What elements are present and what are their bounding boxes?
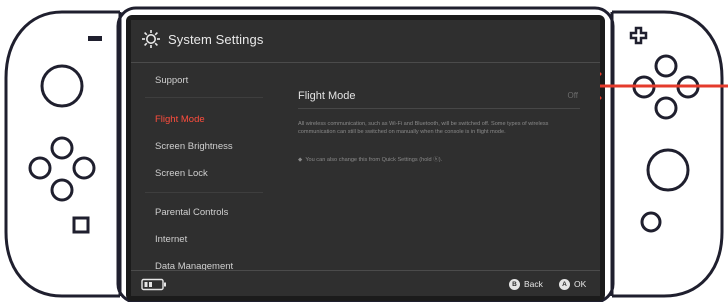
- back-label: Back: [524, 279, 543, 289]
- ok-button[interactable]: A OK: [559, 278, 586, 290]
- page-title: System Settings: [168, 32, 264, 47]
- screen: System Settings Support Flight Mode Scre…: [131, 20, 600, 296]
- sidebar-divider: [145, 192, 263, 193]
- footer: B Back A OK: [131, 270, 600, 296]
- settings-panel: Flight Mode Off All wireless communicati…: [276, 63, 600, 270]
- setting-value: Off: [567, 91, 578, 100]
- setting-note: ◆ You can also change this from Quick Set…: [298, 156, 578, 164]
- right-joycon: [610, 10, 724, 298]
- sidebar-item-support[interactable]: Support: [155, 75, 188, 86]
- b-button-icon[interactable]: [654, 96, 678, 120]
- sidebar-item-parental-controls[interactable]: Parental Controls: [155, 207, 228, 218]
- ok-label: OK: [574, 279, 587, 289]
- b-button-glyph-icon: B: [509, 278, 520, 290]
- gear-icon: [142, 30, 160, 48]
- sidebar-item-screen-brightness[interactable]: Screen Brightness: [155, 141, 233, 152]
- setting-description: All wireless communication, such as Wi-F…: [298, 121, 549, 136]
- sidebar-item-screen-lock[interactable]: Screen Lock: [155, 168, 208, 179]
- header: System Settings: [131, 20, 600, 63]
- flight-mode-setting-row[interactable]: Flight Mode Off: [298, 90, 580, 109]
- left-stick-icon[interactable]: [40, 64, 84, 108]
- back-button[interactable]: B Back: [509, 278, 543, 290]
- capture-button-icon[interactable]: [72, 216, 90, 234]
- right-stick-icon[interactable]: [646, 148, 690, 192]
- a-button-glyph-icon: A: [559, 278, 570, 290]
- minus-button-icon[interactable]: [88, 36, 102, 41]
- battery-icon: [141, 278, 166, 291]
- note-bullet-icon: ◆: [298, 157, 303, 163]
- plus-button-icon[interactable]: [629, 26, 648, 45]
- annotation-arrow: [583, 72, 728, 100]
- setting-note-text: You can also change this from Quick Sett…: [305, 157, 443, 163]
- sidebar: Support Flight Mode Screen Brightness Sc…: [131, 63, 276, 272]
- home-button-icon[interactable]: [640, 211, 662, 233]
- sidebar-divider: [145, 97, 263, 98]
- sidebar-item-internet[interactable]: Internet: [155, 234, 187, 245]
- dpad-down-icon[interactable]: [50, 178, 74, 202]
- dpad-right-icon[interactable]: [72, 156, 96, 180]
- dpad-up-icon[interactable]: [50, 136, 74, 160]
- dpad-left-icon[interactable]: [28, 156, 52, 180]
- sidebar-item-flight-mode[interactable]: Flight Mode: [155, 114, 205, 125]
- setting-label: Flight Mode: [298, 90, 356, 102]
- x-button-icon[interactable]: [654, 54, 678, 78]
- left-joycon: [4, 10, 122, 298]
